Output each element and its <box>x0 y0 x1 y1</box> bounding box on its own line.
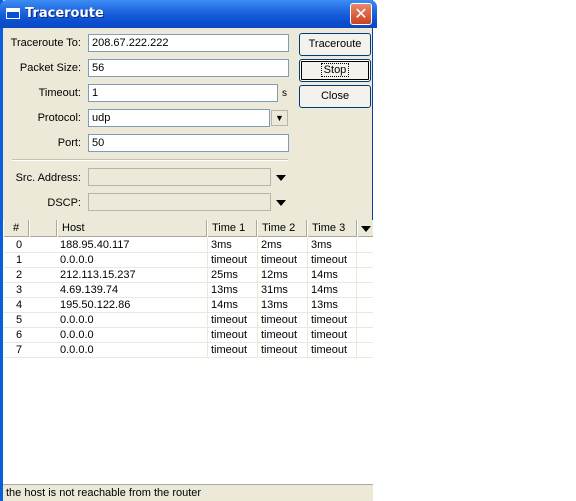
stop-button[interactable]: Stop <box>299 59 371 82</box>
hop-cell: 1 <box>15 254 23 266</box>
hop-cell: 4 <box>15 299 23 311</box>
time2-cell: timeout <box>257 253 307 268</box>
hop-cell: 0 <box>15 239 23 251</box>
time3-cell: 14ms <box>307 283 357 298</box>
stop-button-label: Stop <box>320 63 350 77</box>
time1-cell: timeout <box>207 313 257 328</box>
host-cell: 0.0.0.0 <box>60 314 94 326</box>
host-cell: 0.0.0.0 <box>60 329 94 341</box>
column-header-time3[interactable]: Time 3 <box>307 220 357 237</box>
time2-cell: timeout <box>257 313 307 328</box>
title-bar[interactable]: Traceroute ✕ <box>0 0 377 28</box>
traceroute-to-field[interactable]: 208.67.222.222 <box>88 34 289 52</box>
separator <box>12 159 288 161</box>
table-row[interactable]: 2 212.113.15.237 25ms 12ms 14ms <box>3 268 373 283</box>
time3-cell: timeout <box>307 343 357 358</box>
column-header-host[interactable]: Host <box>57 220 207 237</box>
table-row[interactable]: 3 4.69.139.74 13ms 31ms 14ms <box>3 283 373 298</box>
table-row[interactable]: 4 195.50.122.86 14ms 13ms 13ms <box>3 298 373 313</box>
traceroute-window: Traceroute ✕ Traceroute To: 208.67.222.2… <box>0 0 377 501</box>
time2-cell: 13ms <box>257 298 307 313</box>
time2-cell: timeout <box>257 328 307 343</box>
time1-cell: timeout <box>207 253 257 268</box>
dscp-field[interactable] <box>88 193 271 211</box>
table-row[interactable]: 6 0.0.0.0 timeout timeout timeout <box>3 328 373 343</box>
time2-cell: timeout <box>257 343 307 358</box>
timeout-label: Timeout: <box>38 87 81 99</box>
window-title: Traceroute <box>25 6 104 21</box>
src-address-field[interactable] <box>88 168 271 186</box>
protocol-dropdown-button[interactable]: ▼ <box>271 110 288 126</box>
time3-cell: timeout <box>307 253 357 268</box>
port-label: Port: <box>57 137 81 149</box>
host-cell: 212.113.15.237 <box>60 269 136 281</box>
status-bar: the host is not reachable from the route… <box>3 484 373 501</box>
timeout-field[interactable]: 1 <box>88 84 278 102</box>
column-header-flag[interactable] <box>29 220 57 237</box>
time1-cell: timeout <box>207 343 257 358</box>
chevron-down-icon <box>361 226 371 232</box>
time1-cell: 3ms <box>207 238 257 253</box>
column-header-time1[interactable]: Time 1 <box>207 220 257 237</box>
column-menu-button[interactable] <box>357 220 373 237</box>
time2-cell: 12ms <box>257 268 307 283</box>
src-address-dropdown-icon[interactable] <box>276 175 286 181</box>
table-row[interactable]: 0 188.95.40.117 3ms 2ms 3ms <box>3 238 373 253</box>
close-button[interactable]: Close <box>299 85 371 108</box>
table-row[interactable]: 7 0.0.0.0 timeout timeout timeout <box>3 343 373 358</box>
host-cell: 188.95.40.117 <box>60 239 130 251</box>
host-cell: 4.69.139.74 <box>60 284 119 296</box>
dscp-dropdown-icon[interactable] <box>276 200 286 206</box>
column-header-hop[interactable]: # <box>3 220 29 237</box>
time1-cell: 13ms <box>207 283 257 298</box>
protocol-select[interactable]: udp <box>88 109 270 127</box>
time2-cell: 2ms <box>257 238 307 253</box>
timeout-unit: s <box>282 88 287 99</box>
time3-cell: 13ms <box>307 298 357 313</box>
host-cell: 0.0.0.0 <box>60 344 94 356</box>
time3-cell: timeout <box>307 313 357 328</box>
table-row[interactable]: 1 0.0.0.0 timeout timeout timeout <box>3 253 373 268</box>
host-cell: 0.0.0.0 <box>60 254 94 266</box>
hop-cell: 6 <box>15 329 23 341</box>
close-window-button[interactable]: ✕ <box>350 3 372 25</box>
time1-cell: 14ms <box>207 298 257 313</box>
time1-cell: 25ms <box>207 268 257 283</box>
window-icon <box>6 8 20 19</box>
time3-cell: 3ms <box>307 238 357 253</box>
host-cell: 195.50.122.86 <box>60 299 131 311</box>
protocol-label: Protocol: <box>37 112 81 124</box>
packet-size-label: Packet Size: <box>19 62 81 74</box>
column-header-time2[interactable]: Time 2 <box>257 220 307 237</box>
hop-cell: 7 <box>15 344 23 356</box>
hop-cell: 5 <box>15 314 23 326</box>
traceroute-button[interactable]: Traceroute <box>299 33 371 56</box>
time1-cell: timeout <box>207 328 257 343</box>
table-row[interactable]: 5 0.0.0.0 timeout timeout timeout <box>3 313 373 328</box>
time3-cell: timeout <box>307 328 357 343</box>
chevron-down-icon: ▼ <box>275 113 284 123</box>
src-address-label: Src. Address: <box>15 172 81 184</box>
dscp-label: DSCP: <box>47 197 81 209</box>
table-header: # Host Time 1 Time 2 Time 3 <box>3 220 373 237</box>
packet-size-field[interactable]: 56 <box>88 59 289 77</box>
hop-cell: 2 <box>15 269 23 281</box>
traceroute-to-label: Traceroute To: <box>10 37 81 49</box>
time2-cell: 31ms <box>257 283 307 298</box>
hop-cell: 3 <box>15 284 23 296</box>
time3-cell: 14ms <box>307 268 357 283</box>
port-field[interactable]: 50 <box>88 134 289 152</box>
results-table: # Host Time 1 Time 2 Time 3 0 188.95.40.1… <box>3 220 373 484</box>
